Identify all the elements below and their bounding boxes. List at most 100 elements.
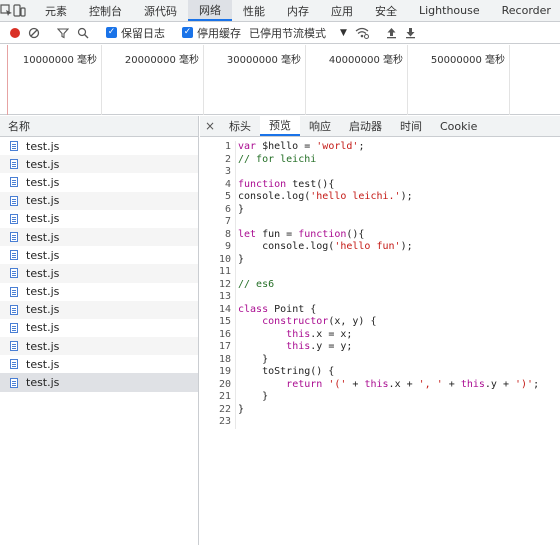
request-name: test.js — [26, 339, 60, 353]
record-button[interactable] — [0, 22, 24, 44]
code-line: this.x = x; — [286, 328, 353, 340]
tab-label: 安全 — [375, 4, 397, 18]
throttling-label: 已停用节流模式 — [249, 26, 326, 40]
request-row[interactable]: test.js — [0, 319, 198, 337]
disable-cache-checkbox[interactable]: ✓ 停用缓存 — [178, 22, 245, 44]
close-icon: × — [204, 119, 216, 133]
tab-3[interactable]: 网络 — [188, 0, 232, 21]
code-line: // for leichi — [238, 153, 317, 165]
request-row[interactable]: test.js — [0, 210, 198, 228]
request-row[interactable]: test.js — [0, 355, 198, 373]
code-line: } — [238, 253, 245, 265]
request-detail-panel: × 标头 预览 响应 启动器 时间 Cookie 1 2 3 4 5 6 7 8 9 10 11 12 13 14 1… — [200, 116, 560, 545]
request-name: test.js — [26, 157, 60, 171]
code-line: let fun = function(){ — [238, 228, 365, 240]
tab-1[interactable]: 控制台 — [78, 0, 133, 21]
tab-4[interactable]: 性能 — [232, 0, 276, 21]
network-conditions-button[interactable] — [351, 22, 373, 44]
request-row[interactable]: test.js — [0, 373, 198, 392]
request-name: test.js — [26, 230, 60, 244]
checkbox-checked-icon: ✓ — [106, 27, 117, 38]
request-name: test.js — [26, 321, 60, 335]
search-button[interactable] — [73, 22, 93, 44]
request-name: test.js — [26, 194, 60, 208]
script-file-icon — [10, 177, 18, 188]
request-row[interactable]: test.js — [0, 337, 198, 356]
upload-icon — [386, 27, 396, 38]
script-file-icon — [10, 213, 18, 224]
request-row[interactable]: test.js — [0, 300, 198, 319]
line-number-gutter: 1 2 3 4 5 6 7 8 9 10 11 12 13 14 15 16 17 18 19 20 21 22 23 — [200, 141, 236, 429]
tab-8[interactable]: Lighthouse — [408, 0, 491, 21]
request-row[interactable]: test.js — [0, 155, 198, 174]
tab-label: 性能 — [243, 4, 265, 18]
tab-label: 应用 — [331, 4, 353, 18]
close-detail-button[interactable]: × — [200, 116, 220, 136]
line-number: 18 — [218, 353, 231, 365]
tab-5[interactable]: 内存 — [276, 0, 320, 21]
request-name: test.js — [26, 303, 60, 317]
code-line: console.log('hello leichi.'); — [238, 191, 413, 202]
request-name: test.js — [26, 139, 60, 153]
import-har-button[interactable] — [382, 22, 401, 44]
dropdown-arrow-icon: ▼ — [340, 27, 347, 38]
network-overview-timeline[interactable]: 10000000 毫秒 20000000 毫秒 30000000 毫秒 4000000… — [0, 45, 560, 115]
request-row[interactable]: test.js — [0, 283, 198, 301]
devtools-tabbar: 元素 控制台 源代码 网络 性能 内存 应用 安全 Lighthouse Recorder — [0, 0, 560, 22]
filter-button[interactable] — [53, 22, 73, 44]
timeline-tick-label: 600 — [510, 45, 560, 115]
script-file-icon — [10, 141, 18, 152]
code-line: toString() { — [238, 366, 335, 377]
name-column-header[interactable]: 名称 — [0, 116, 198, 137]
tab-7[interactable]: 安全 — [364, 0, 408, 21]
timeline-tick-label: 50000000 毫秒 — [408, 45, 510, 115]
detail-tabbar: × 标头 预览 响应 启动器 时间 Cookie — [200, 116, 560, 137]
tab-label: 内存 — [287, 4, 309, 18]
line-number: 23 — [218, 416, 231, 427]
script-file-icon — [10, 322, 18, 333]
throttling-select[interactable]: 已停用节流模式 ▼ — [245, 22, 351, 44]
line-number: 2 — [224, 153, 231, 165]
code-line: constructor(x, y) { — [262, 316, 377, 327]
detail-tab-2[interactable]: 响应 — [300, 116, 340, 136]
name-column-label: 名称 — [8, 120, 30, 133]
script-file-icon — [10, 268, 18, 279]
code-line: return '(' + this.x + ', ' + this.y + ')… — [286, 378, 540, 390]
devtools-window: 元素 控制台 源代码 网络 性能 内存 应用 安全 Lighthouse Recorder ✓ 保… — [0, 0, 560, 545]
code-line: class Point { — [238, 303, 317, 315]
detail-tab-3[interactable]: 启动器 — [340, 116, 391, 136]
script-file-icon — [10, 250, 18, 261]
request-row[interactable]: test.js — [0, 173, 198, 191]
tab-9[interactable]: Recorder — [491, 0, 560, 21]
detail-tab-1[interactable]: 预览 — [260, 116, 300, 136]
preserve-log-label: 保留日志 — [121, 26, 165, 40]
tab-0[interactable]: 元素 — [34, 0, 78, 21]
preview-code-view[interactable]: 1 2 3 4 5 6 7 8 9 10 11 12 13 14 15 16 17 18 19 20 21 22 23 va… — [200, 141, 560, 541]
code-line: console.log('hello fun'); — [238, 241, 413, 252]
code-line: } — [238, 353, 269, 365]
inspect-element-icon[interactable] — [0, 0, 13, 21]
timeline-tick-label: 10000000 毫秒 — [0, 45, 102, 115]
code-line: } — [238, 391, 269, 402]
request-row[interactable]: test.js — [0, 246, 198, 264]
filter-icon — [57, 27, 69, 38]
script-file-icon — [10, 195, 18, 206]
request-row[interactable]: test.js — [0, 191, 198, 210]
detail-tab-label: Cookie — [440, 119, 478, 133]
request-row[interactable]: test.js — [0, 264, 198, 283]
preserve-log-checkbox[interactable]: ✓ 保留日志 — [102, 22, 169, 44]
export-har-button[interactable] — [401, 22, 420, 44]
script-file-icon — [10, 377, 18, 388]
request-row[interactable]: test.js — [0, 227, 198, 247]
tab-2[interactable]: 源代码 — [133, 0, 188, 21]
clear-button[interactable] — [24, 22, 44, 44]
line-number: 16 — [218, 328, 231, 340]
detail-tab-5[interactable]: Cookie — [431, 116, 486, 136]
script-file-icon — [10, 232, 18, 243]
detail-tab-0[interactable]: 标头 — [220, 116, 260, 136]
request-row[interactable]: test.js — [0, 137, 198, 155]
detail-tab-4[interactable]: 时间 — [391, 116, 431, 136]
device-toolbar-icon[interactable] — [13, 0, 26, 21]
tab-6[interactable]: 应用 — [320, 0, 364, 21]
